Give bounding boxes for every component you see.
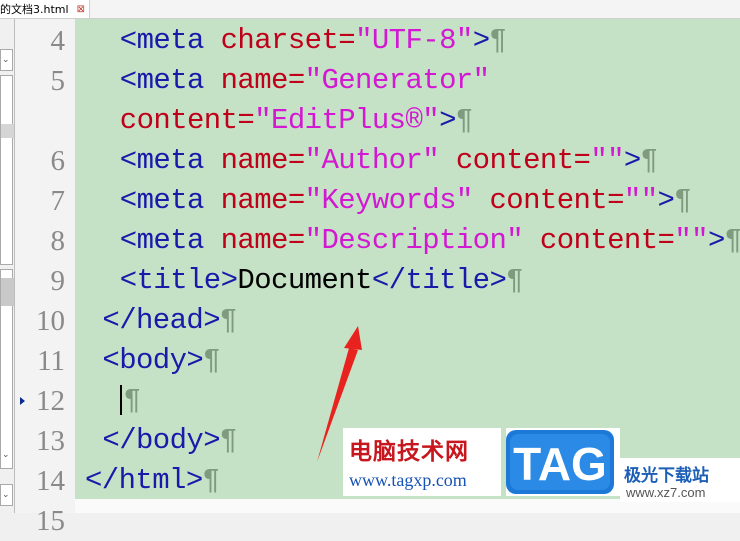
- code-token-attr: content=: [539, 224, 675, 257]
- code-token-tag: >: [657, 184, 675, 217]
- line-number: 11: [37, 345, 65, 377]
- line-number: 6: [50, 145, 66, 177]
- code-token-tag: <body>: [102, 344, 204, 377]
- watermark-url: www.tagxp.com: [349, 470, 467, 490]
- pilcrow-icon: ¶: [220, 304, 237, 337]
- code-line[interactable]: ¶: [119, 381, 141, 421]
- pilcrow-icon: ¶: [123, 384, 141, 417]
- code-token-tag: <meta: [119, 24, 221, 57]
- pilcrow-icon: ¶: [724, 224, 740, 257]
- code-token-str: "EditPlus®": [254, 104, 440, 137]
- code-token-attr: content=: [489, 184, 624, 217]
- code-line[interactable]: </head>¶: [102, 301, 237, 341]
- code-token-tag: </title>: [371, 264, 507, 297]
- code-token-tag: >: [439, 104, 456, 137]
- code-token-tag: <meta: [119, 144, 221, 177]
- close-tab-icon[interactable]: ⊠: [77, 4, 85, 15]
- code-line[interactable]: <title>Document</title>¶: [119, 261, 524, 301]
- code-token-str: "": [590, 144, 624, 177]
- code-line[interactable]: <meta name="Author" content="">¶: [120, 141, 658, 181]
- code-token-tag: >: [472, 24, 490, 57]
- tab-bar: 的文档3.html ⊠: [0, 0, 740, 19]
- code-token-tag: <meta: [119, 184, 221, 217]
- pilcrow-icon: ¶: [455, 104, 473, 137]
- pilcrow-icon: ¶: [674, 184, 692, 217]
- file-list[interactable]: ⌄: [0, 269, 14, 469]
- document-tab[interactable]: 的文档3.html ⊠: [0, 0, 90, 18]
- code-token-str: "": [623, 184, 658, 217]
- pilcrow-icon: ¶: [489, 24, 507, 57]
- line-number: 15: [36, 505, 65, 537]
- code-token-str: "Description": [304, 224, 540, 257]
- watermark-title: 电脑技术网: [349, 439, 469, 465]
- code-token-tag: <meta: [119, 224, 221, 257]
- line-number-gutter: 4 5 6 7 8 9 10 11 12 13 14 15: [15, 19, 75, 537]
- code-line[interactable]: </html>¶: [85, 461, 220, 499]
- code-token-str: "": [674, 224, 708, 257]
- current-line-marker-icon: [20, 397, 25, 405]
- code-line[interactable]: content="EditPlus®">¶: [120, 101, 473, 141]
- code-token-txt: Document: [237, 264, 372, 297]
- code-token-attr: name=: [220, 184, 306, 217]
- line-number: 5: [50, 65, 66, 97]
- code-token-tag: </html>: [85, 464, 203, 497]
- line-number: 8: [50, 225, 66, 257]
- code-line[interactable]: <meta name="Generator": [120, 61, 490, 101]
- code-token-tag: </body>: [102, 424, 221, 457]
- tag-logo: TAG: [506, 430, 614, 494]
- line-number: 4: [50, 25, 66, 57]
- watermark-site-url: www.xz7.com: [626, 485, 706, 500]
- code-line[interactable]: </body>¶: [102, 421, 237, 461]
- code-token-tag: </head>: [102, 304, 221, 337]
- code-token-str: "Keywords": [304, 184, 490, 217]
- chevron-down-icon: ⌄: [2, 490, 10, 500]
- code-token-tag: <meta: [119, 64, 221, 97]
- directory-panel: ⌄ ⌄ ⌄: [0, 19, 15, 513]
- code-token-attr: name=: [220, 64, 306, 97]
- code-token-tag: <title>: [119, 264, 238, 297]
- code-token-attr: content=: [455, 144, 591, 177]
- drive-select[interactable]: ⌄: [0, 49, 13, 71]
- line-number: 12: [36, 385, 65, 417]
- pilcrow-icon: ¶: [220, 424, 237, 457]
- line-number: 9: [50, 265, 66, 297]
- code-token-attr: name=: [220, 224, 306, 257]
- line-number: 13: [36, 425, 65, 457]
- code-line[interactable]: <meta name="Keywords" content="">¶: [119, 181, 692, 221]
- code-token-attr: name=: [220, 144, 306, 177]
- code-token-attr: charset=: [220, 24, 356, 57]
- folder-tree[interactable]: [0, 75, 14, 265]
- tab-title: 的文档3.html: [0, 3, 69, 16]
- scroll-down-icon[interactable]: ⌄: [2, 450, 10, 460]
- line-number: 14: [36, 465, 65, 497]
- code-token-tag: >: [623, 144, 641, 177]
- folder-tree-selected-item[interactable]: [1, 124, 14, 138]
- line-number: 10: [36, 305, 65, 337]
- code-line[interactable]: <meta name="Description" content="">¶: [120, 221, 740, 261]
- code-token-str: "UTF-8": [355, 24, 473, 57]
- pilcrow-icon: ¶: [506, 264, 524, 297]
- code-token-attr: content=: [119, 104, 255, 137]
- pilcrow-icon: ¶: [640, 144, 658, 177]
- filter-select[interactable]: ⌄: [0, 484, 13, 506]
- code-token-tag: >: [707, 224, 725, 257]
- code-token-str: "Author": [304, 144, 456, 177]
- pilcrow-icon: ¶: [202, 464, 220, 497]
- pilcrow-icon: ¶: [203, 344, 221, 377]
- tag-logo-text: TAG: [513, 438, 607, 490]
- code-line[interactable]: <meta charset="UTF-8">¶: [120, 21, 507, 61]
- chevron-down-icon: ⌄: [2, 55, 10, 65]
- code-editor[interactable]: <meta charset="UTF-8">¶ <meta name="Gener…: [75, 19, 740, 499]
- watermark-site-name: 极光下载站: [624, 466, 709, 486]
- scrollbar-thumb[interactable]: [1, 278, 14, 306]
- line-number: 7: [50, 185, 66, 217]
- code-token-str: "Generator": [304, 64, 490, 97]
- code-line[interactable]: <body>¶: [102, 341, 220, 381]
- text-caret: [119, 385, 122, 416]
